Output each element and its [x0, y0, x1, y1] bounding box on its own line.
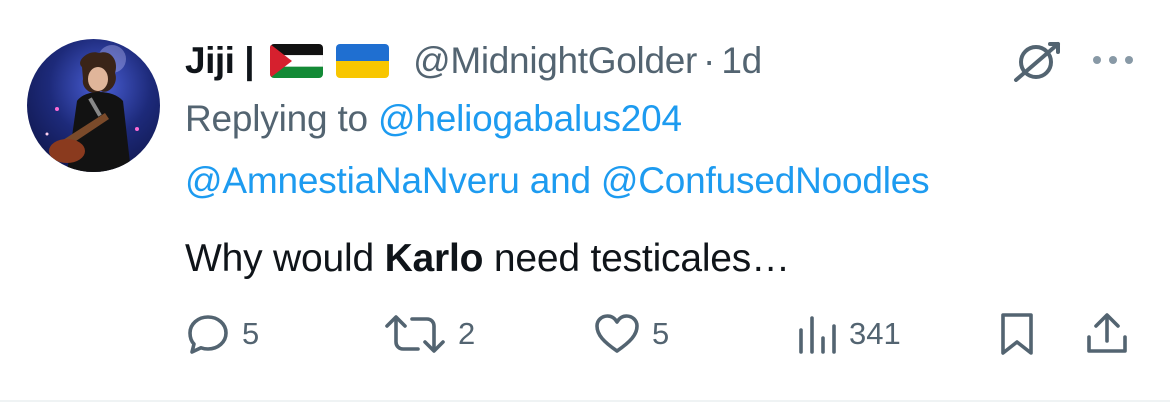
replying-to-line-2: @AmnestiaNaNveru and @ConfusedNoodles: [185, 160, 930, 202]
reply-icon: [188, 315, 228, 354]
more-icon[interactable]: [1090, 52, 1136, 68]
avatar-photo: [45, 45, 139, 172]
tweet-header: Jiji | @MidnightGolder · 1d: [185, 40, 762, 82]
palestine-flag-icon: [270, 44, 324, 78]
timestamp[interactable]: 1d: [721, 40, 762, 82]
tweet-text-end: need testicales…: [483, 237, 790, 280]
share-icon: [1087, 313, 1127, 353]
bookmark-icon: [1001, 313, 1033, 355]
tweet-text-bold: Karlo: [384, 237, 484, 280]
reply-button[interactable]: 5: [186, 312, 259, 356]
repost-count: 2: [458, 316, 476, 351]
like-button[interactable]: 5: [594, 312, 669, 356]
tweet[interactable]: Jiji | @MidnightGolder · 1d Replying to …: [0, 0, 1170, 405]
views-icon: [799, 316, 836, 354]
bookmark-button[interactable]: [999, 312, 1035, 356]
avatar[interactable]: [27, 39, 160, 172]
reply-count: 5: [242, 316, 260, 351]
mention-link[interactable]: @heliogabalus204: [378, 98, 682, 139]
tweet-text-start: Why would: [185, 237, 385, 280]
separator-dot: ·: [703, 40, 716, 81]
tweet-text: Why would Karlo need testicales…: [185, 237, 790, 281]
replying-to-label: Replying to: [185, 98, 368, 139]
share-button[interactable]: [1085, 312, 1129, 356]
ukraine-flag-icon: [336, 44, 390, 78]
like-icon: [595, 314, 639, 353]
author-name[interactable]: Jiji |: [185, 40, 255, 82]
grok-icon[interactable]: [1012, 40, 1062, 82]
mention-link[interactable]: @AmnestiaNaNveru: [185, 160, 520, 201]
author-handle[interactable]: @MidnightGolder: [413, 40, 697, 82]
like-count: 5: [652, 316, 670, 351]
repost-icon: [385, 315, 445, 353]
divider: [0, 400, 1170, 402]
mention-link[interactable]: @ConfusedNoodles: [601, 160, 930, 201]
repost-button[interactable]: 2: [384, 312, 475, 356]
views-count: 341: [849, 316, 901, 351]
views-button[interactable]: 341: [797, 312, 901, 356]
replying-to-line: Replying to @heliogabalus204: [185, 98, 682, 140]
mentions-joiner: and: [529, 160, 591, 201]
